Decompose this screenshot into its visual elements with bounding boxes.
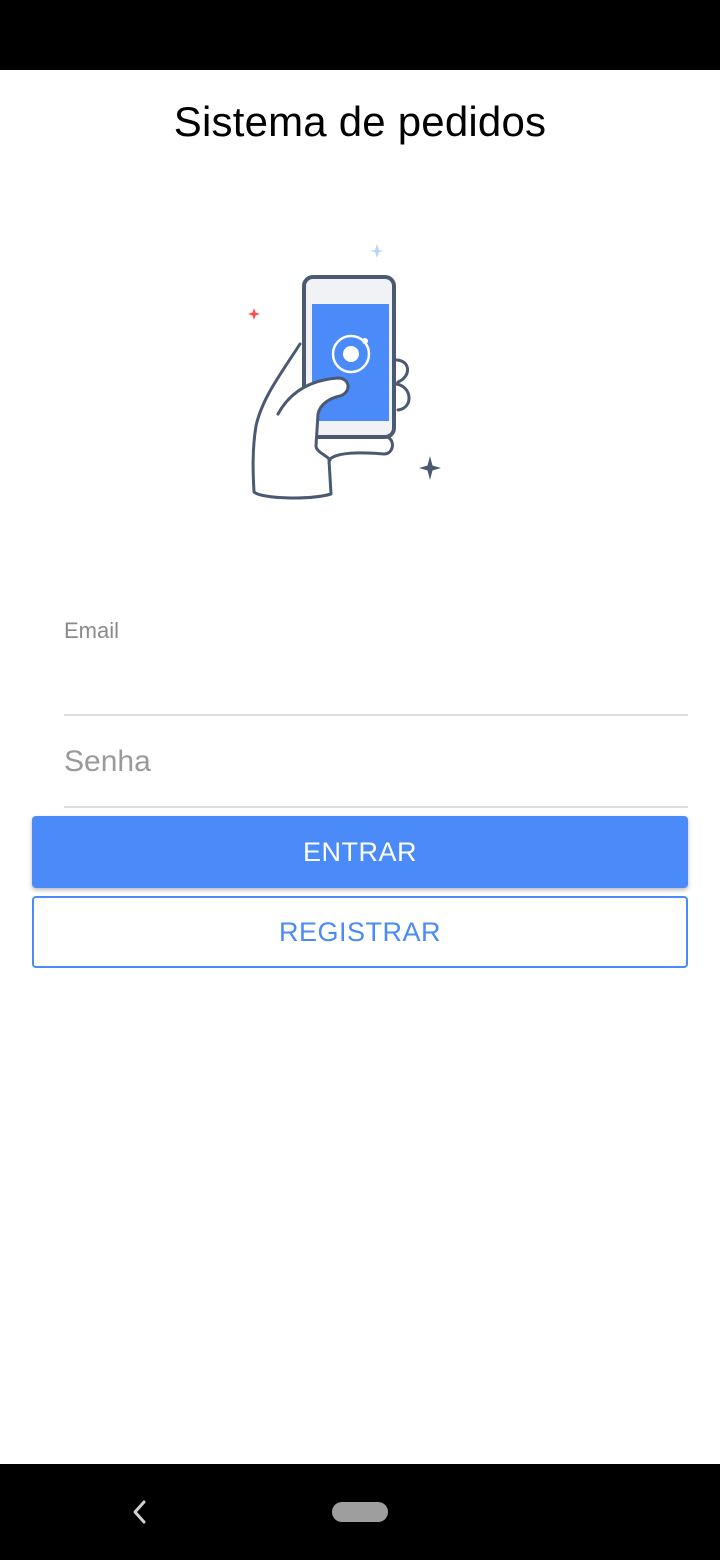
password-underline: [64, 806, 688, 808]
email-input[interactable]: [64, 656, 688, 706]
phone-in-hand-icon: [248, 244, 441, 500]
email-label: Email: [64, 618, 120, 643]
sparkle-blue-icon: [370, 244, 384, 258]
password-field: [64, 716, 688, 808]
navigation-bar: [0, 1464, 720, 1560]
password-input[interactable]: [64, 740, 688, 784]
back-icon[interactable]: [120, 1492, 160, 1532]
home-pill-icon[interactable]: [332, 1502, 388, 1522]
status-bar: [0, 0, 720, 70]
email-field: Email: [64, 600, 688, 716]
register-button[interactable]: REGISTRAR: [32, 896, 688, 968]
sparkle-dark-icon: [419, 456, 441, 480]
sparkle-red-icon: [248, 308, 260, 320]
login-button[interactable]: ENTRAR: [32, 816, 688, 888]
login-screen: Sistema de pedidos Email ENTRAR REGISTRA…: [0, 0, 720, 1560]
page-title: Sistema de pedidos: [173, 98, 547, 145]
